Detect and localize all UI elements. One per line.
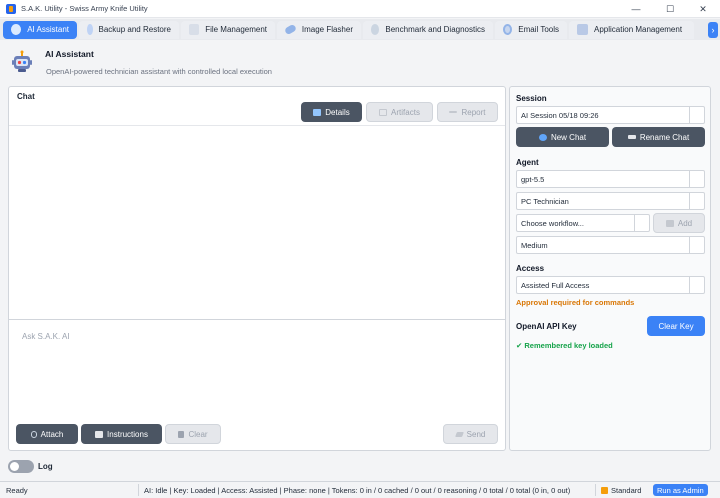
minimize-button[interactable]: — (619, 0, 653, 18)
report-button[interactable]: Report (437, 102, 498, 122)
new-chat-icon (538, 133, 547, 141)
download-icon (577, 24, 588, 35)
log-label: Log (38, 462, 53, 471)
details-icon (313, 108, 322, 116)
attach-button[interactable]: Attach (16, 424, 78, 444)
maximize-button[interactable]: ☐ (653, 0, 687, 18)
close-button[interactable]: ✕ (686, 0, 720, 18)
tab-image-flasher[interactable]: Image Flasher (277, 20, 361, 39)
chat-label: Chat (17, 92, 35, 101)
model-select[interactable]: gpt-5.5 (516, 170, 705, 188)
title-bar: S.A.K. Utility - Swiss Army Knife Utilit… (0, 0, 720, 18)
status-separator (595, 484, 596, 496)
agent-label: Agent (516, 158, 539, 167)
chevron-down-icon (689, 193, 704, 209)
flash-icon (283, 23, 297, 36)
toggle-knob (10, 462, 19, 471)
log-toggle[interactable] (8, 460, 34, 473)
add-icon (665, 219, 674, 227)
prompt-input[interactable]: Ask S.A.K. AI (9, 320, 505, 420)
instructions-icon (95, 430, 104, 438)
page-subtitle: OpenAI-powered technician assistant with… (46, 67, 272, 76)
workflow-select[interactable]: Choose workflow... (516, 214, 650, 232)
tab-file-management[interactable]: File Management (181, 20, 275, 39)
rename-icon (627, 135, 636, 139)
file-icon (189, 24, 200, 35)
session-select[interactable]: AI Session 05/18 09:26 (516, 106, 705, 124)
side-panel: Session AI Session 05/18 09:26 New Chat … (509, 86, 711, 451)
chat-panel: Chat Details Artifacts Report Ask S.A.K.… (8, 86, 506, 451)
access-label: Access (516, 264, 545, 273)
chevron-down-icon (689, 277, 704, 293)
chevron-down-icon (689, 171, 704, 187)
page-title: AI Assistant (45, 49, 94, 59)
status-separator (138, 484, 139, 496)
api-key-label: OpenAI API Key (516, 322, 577, 331)
report-icon (449, 111, 458, 113)
chat-transcript[interactable] (9, 126, 505, 319)
session-label: Session (516, 94, 547, 103)
tab-backup-and-restore[interactable]: Backup and Restore (79, 20, 179, 39)
effort-select[interactable]: Medium (516, 236, 705, 254)
tab-application-management[interactable]: Application Management (569, 20, 694, 39)
api-key-status: ✔ Remembered key loaded (516, 341, 613, 350)
tab-bar: AI Assistant Backup and Restore File Man… (0, 19, 720, 40)
chevron-down-icon (634, 215, 649, 231)
chevron-down-icon (689, 107, 704, 123)
rename-chat-button[interactable]: Rename Chat (612, 127, 705, 147)
send-icon (454, 431, 464, 437)
backup-icon (87, 24, 93, 35)
details-button[interactable]: Details (301, 102, 362, 122)
tab-benchmark-and-diagnostics[interactable]: Benchmark and Diagnostics (363, 20, 493, 39)
robot-icon (11, 24, 22, 35)
tab-email-tools[interactable]: Email Tools (495, 20, 567, 39)
new-chat-button[interactable]: New Chat (516, 127, 609, 147)
artifacts-icon (379, 108, 388, 116)
run-as-admin-button[interactable]: Run as Admin (653, 484, 708, 496)
status-stats: AI: Idle | Key: Loaded | Access: Assiste… (144, 486, 571, 495)
persona-select[interactable]: PC Technician (516, 192, 705, 210)
prompt-placeholder: Ask S.A.K. AI (22, 332, 70, 341)
lock-icon (601, 487, 608, 494)
status-bar: Ready AI: Idle | Key: Loaded | Access: A… (0, 481, 720, 498)
tab-scroll-right-button[interactable]: › (708, 22, 718, 38)
trash-icon (178, 430, 185, 438)
page-header: AI Assistant OpenAI-powered technician a… (0, 41, 720, 83)
gauge-icon (371, 24, 380, 35)
check-icon: ✔ (516, 341, 523, 350)
add-workflow-button[interactable]: Add (653, 213, 705, 233)
status-ready: Ready (6, 486, 28, 495)
access-mode-select[interactable]: Assisted Full Access (516, 276, 705, 294)
send-button[interactable]: Send (443, 424, 498, 444)
instructions-button[interactable]: Instructions (81, 424, 162, 444)
app-icon (6, 3, 16, 14)
email-icon (503, 24, 513, 35)
paperclip-icon (30, 430, 37, 438)
privilege-mode: Standard (601, 486, 641, 495)
access-note: Approval required for commands (516, 298, 635, 307)
artifacts-button[interactable]: Artifacts (366, 102, 433, 122)
clear-button[interactable]: Clear (165, 424, 221, 444)
window-title: S.A.K. Utility - Swiss Army Knife Utilit… (21, 4, 148, 13)
tab-ai-assistant[interactable]: AI Assistant (3, 20, 77, 39)
robot-icon (12, 50, 32, 72)
chevron-down-icon (689, 237, 704, 253)
clear-key-button[interactable]: Clear Key (647, 316, 705, 336)
